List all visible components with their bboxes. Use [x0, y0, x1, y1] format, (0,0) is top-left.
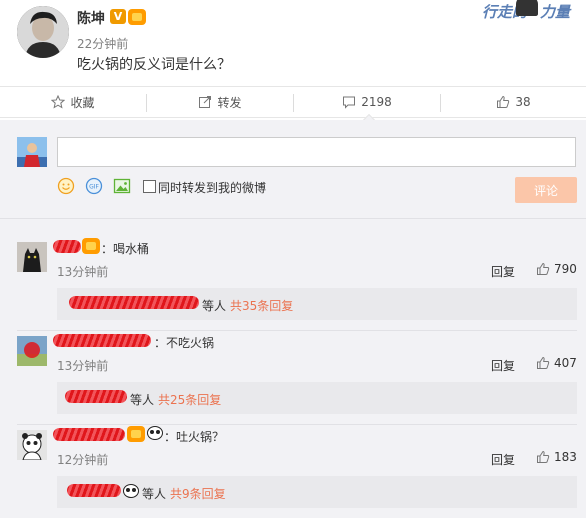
commenter-avatar[interactable]	[17, 430, 47, 460]
comment-count: 2198	[361, 95, 392, 109]
comment-panel: GIF 同时转发到我的微博 评论 ：喝水桶 13分钟前 回复 790 等人 共3…	[0, 120, 586, 518]
comment-timestamp: 12分钟前	[57, 453, 109, 467]
thumbs-up-icon	[537, 450, 550, 463]
reply-button[interactable]: 回复	[491, 357, 515, 374]
comment-timestamp: 13分钟前	[57, 359, 109, 373]
silhouette-icon	[516, 0, 538, 16]
weibo-post: 陈坤 V 22分钟前 吃火锅的反义词是什么？ 行走的 力量	[0, 0, 586, 86]
comment-like-button[interactable]: 183	[536, 450, 577, 464]
comment-like-count: 407	[554, 356, 577, 370]
thumbs-up-icon	[537, 356, 550, 369]
vip-crown-icon	[82, 238, 100, 254]
svg-text:GIF: GIF	[89, 184, 99, 191]
redacted-usernames	[69, 296, 199, 309]
sub-replies-suffix: 等人	[142, 487, 167, 501]
emoji-icon[interactable]	[57, 177, 75, 195]
like-button[interactable]: 38	[441, 87, 586, 117]
verified-badge-icon: V	[110, 9, 126, 24]
panda-emoji-icon	[147, 426, 163, 440]
comment-input[interactable]	[57, 137, 576, 167]
comment-text: ：吐火锅？	[164, 430, 225, 444]
sub-replies-count-link[interactable]: 共35条回复	[230, 297, 293, 314]
sub-replies-box[interactable]: 等人 共25条回复	[57, 382, 577, 414]
comment-like-count: 183	[554, 450, 577, 464]
divider	[0, 218, 586, 219]
post-action-bar: 收藏 转发 2198 38	[0, 86, 586, 118]
favorite-button[interactable]: 收藏	[0, 87, 146, 117]
commenter-avatar[interactable]	[17, 242, 47, 272]
sub-replies-suffix: 等人	[130, 393, 155, 407]
image-icon[interactable]	[113, 177, 131, 195]
sub-replies-box[interactable]: 等人 共9条回复	[57, 476, 577, 508]
redacted-usernames	[67, 484, 121, 497]
share-icon	[199, 96, 212, 108]
commenter-avatar[interactable]	[17, 336, 47, 366]
gif-icon[interactable]: GIF	[85, 177, 103, 195]
comment-text: ：不吃火锅	[154, 336, 215, 350]
favorite-label: 收藏	[70, 95, 95, 110]
thumbs-up-icon	[537, 262, 550, 275]
like-count: 38	[515, 95, 531, 109]
thumbs-up-icon	[497, 95, 510, 108]
panda-emoji-icon	[123, 484, 139, 498]
reply-button[interactable]: 回复	[491, 451, 515, 468]
reply-button[interactable]: 回复	[491, 263, 515, 280]
comment-timestamp: 13分钟前	[57, 265, 109, 279]
post-timestamp[interactable]: 22分钟前	[77, 35, 128, 52]
post-text: 吃火锅的反义词是什么？	[77, 57, 231, 73]
author-avatar[interactable]	[17, 6, 69, 58]
redacted-usernames	[65, 390, 127, 403]
comment-text: ：喝水桶	[101, 242, 150, 256]
watermark: 行走的 力量	[480, 0, 586, 22]
sub-replies-count-link[interactable]: 共9条回复	[170, 485, 226, 502]
sub-replies-box[interactable]: 等人 共35条回复	[57, 288, 577, 320]
divider	[17, 424, 577, 425]
divider	[17, 330, 577, 331]
comment-icon	[343, 96, 356, 109]
author-name[interactable]: 陈坤	[77, 8, 105, 28]
star-icon	[51, 95, 66, 109]
comment-button[interactable]: 2198	[294, 87, 440, 117]
my-avatar[interactable]	[17, 137, 47, 167]
sub-replies-suffix: 等人	[202, 299, 227, 313]
repost-checkbox[interactable]	[143, 180, 156, 193]
vip-crown-icon	[127, 426, 145, 442]
repost-button[interactable]: 转发	[147, 87, 293, 117]
comment-like-button[interactable]: 407	[536, 356, 577, 370]
submit-comment-button[interactable]: 评论	[515, 177, 577, 203]
repost-checkbox-label[interactable]: 同时转发到我的微博	[158, 179, 266, 196]
repost-label: 转发	[217, 95, 242, 110]
redacted-username	[53, 334, 151, 347]
comment-like-count: 790	[554, 262, 577, 276]
redacted-username	[53, 240, 81, 253]
vip-crown-icon	[128, 9, 146, 25]
redacted-username	[53, 428, 125, 441]
sub-replies-count-link[interactable]: 共25条回复	[158, 391, 221, 408]
comment-like-button[interactable]: 790	[536, 262, 577, 276]
